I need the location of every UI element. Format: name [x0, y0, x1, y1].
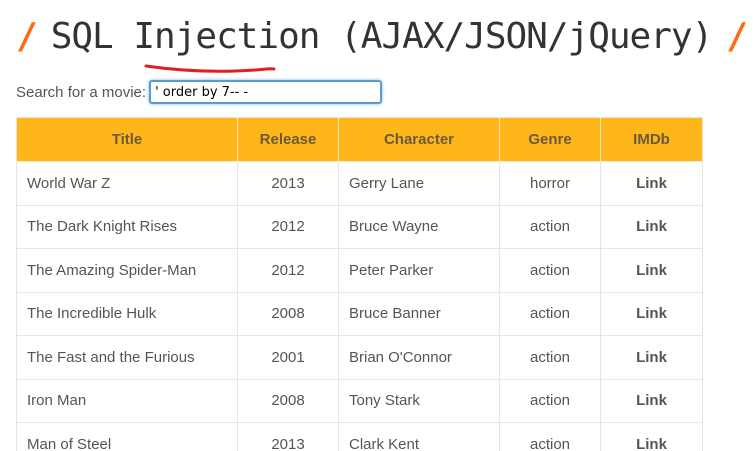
cell-genre: horror [499, 161, 601, 206]
column-header-genre[interactable]: Genre [499, 117, 601, 162]
cell-genre: action [499, 422, 601, 451]
cell-genre: action [499, 378, 601, 423]
cell-genre: action [499, 291, 601, 336]
cell-imdb: Link [600, 291, 703, 336]
page-title-text: SQL Injection (AJAX/JSON/jQuery) [50, 16, 714, 57]
page: / SQL Injection (AJAX/JSON/jQuery) / Searc… [0, 0, 755, 451]
search-form: Search for a movie: [16, 78, 383, 106]
cell-release: 2001 [237, 335, 339, 380]
cell-imdb: Link [600, 248, 703, 293]
cell-imdb: Link [600, 161, 703, 206]
cell-imdb: Link [600, 378, 703, 423]
column-header-title[interactable]: Title [16, 117, 238, 162]
imdb-link[interactable]: Link [636, 436, 667, 451]
cell-release: 2008 [237, 291, 339, 336]
cell-character: Tony Stark [338, 378, 500, 423]
table-row: World War Z 2013 Gerry Lane horror Link [16, 161, 703, 206]
imdb-link[interactable]: Link [636, 262, 667, 279]
table-row: The Incredible Hulk 2008 Bruce Banner ac… [16, 291, 703, 336]
cell-release: 2012 [237, 248, 339, 293]
cell-genre: action [499, 204, 601, 249]
handwritten-underline-mark [144, 64, 276, 73]
search-input[interactable] [149, 80, 383, 104]
table-row: Iron Man 2008 Tony Stark action Link [16, 378, 703, 423]
page-title: / SQL Injection (AJAX/JSON/jQuery) / [16, 12, 748, 62]
cell-imdb: Link [600, 335, 703, 380]
cell-release: 2013 [237, 161, 339, 206]
table-row: The Amazing Spider-Man 2012 Peter Parker… [16, 248, 703, 293]
cell-character: Brian O'Connor [338, 335, 500, 380]
title-slash-left: / [16, 16, 38, 57]
cell-release: 2012 [237, 204, 339, 249]
movies-table: Title Release Character Genre IMDb World… [16, 117, 703, 451]
cell-title: World War Z [16, 161, 238, 206]
table-header-row: Title Release Character Genre IMDb [16, 117, 703, 162]
cell-title: The Incredible Hulk [16, 291, 238, 336]
imdb-link[interactable]: Link [636, 349, 667, 366]
column-header-character[interactable]: Character [338, 117, 500, 162]
cell-genre: action [499, 335, 601, 380]
cell-title: The Fast and the Furious [16, 335, 238, 380]
cell-title: Iron Man [16, 378, 238, 423]
imdb-link[interactable]: Link [636, 392, 667, 409]
search-label: Search for a movie: [16, 83, 147, 101]
table-row: Man of Steel 2013 Clark Kent action Link [16, 422, 703, 451]
cell-character: Clark Kent [338, 422, 500, 451]
imdb-link[interactable]: Link [636, 218, 667, 235]
cell-release: 2013 [237, 422, 339, 451]
table-row: The Dark Knight Rises 2012 Bruce Wayne a… [16, 204, 703, 249]
cell-title: The Amazing Spider-Man [16, 248, 238, 293]
cell-character: Gerry Lane [338, 161, 500, 206]
cell-imdb: Link [600, 422, 703, 451]
cell-imdb: Link [600, 204, 703, 249]
cell-release: 2008 [237, 378, 339, 423]
table-row: The Fast and the Furious 2001 Brian O'Co… [16, 335, 703, 380]
cell-character: Bruce Wayne [338, 204, 500, 249]
column-header-imdb[interactable]: IMDb [600, 117, 703, 162]
cell-genre: action [499, 248, 601, 293]
title-slash-right: / [726, 16, 748, 57]
imdb-link[interactable]: Link [636, 305, 667, 322]
cell-character: Bruce Banner [338, 291, 500, 336]
cell-title: The Dark Knight Rises [16, 204, 238, 249]
cell-title: Man of Steel [16, 422, 238, 451]
column-header-release[interactable]: Release [237, 117, 339, 162]
cell-character: Peter Parker [338, 248, 500, 293]
imdb-link[interactable]: Link [636, 175, 667, 192]
